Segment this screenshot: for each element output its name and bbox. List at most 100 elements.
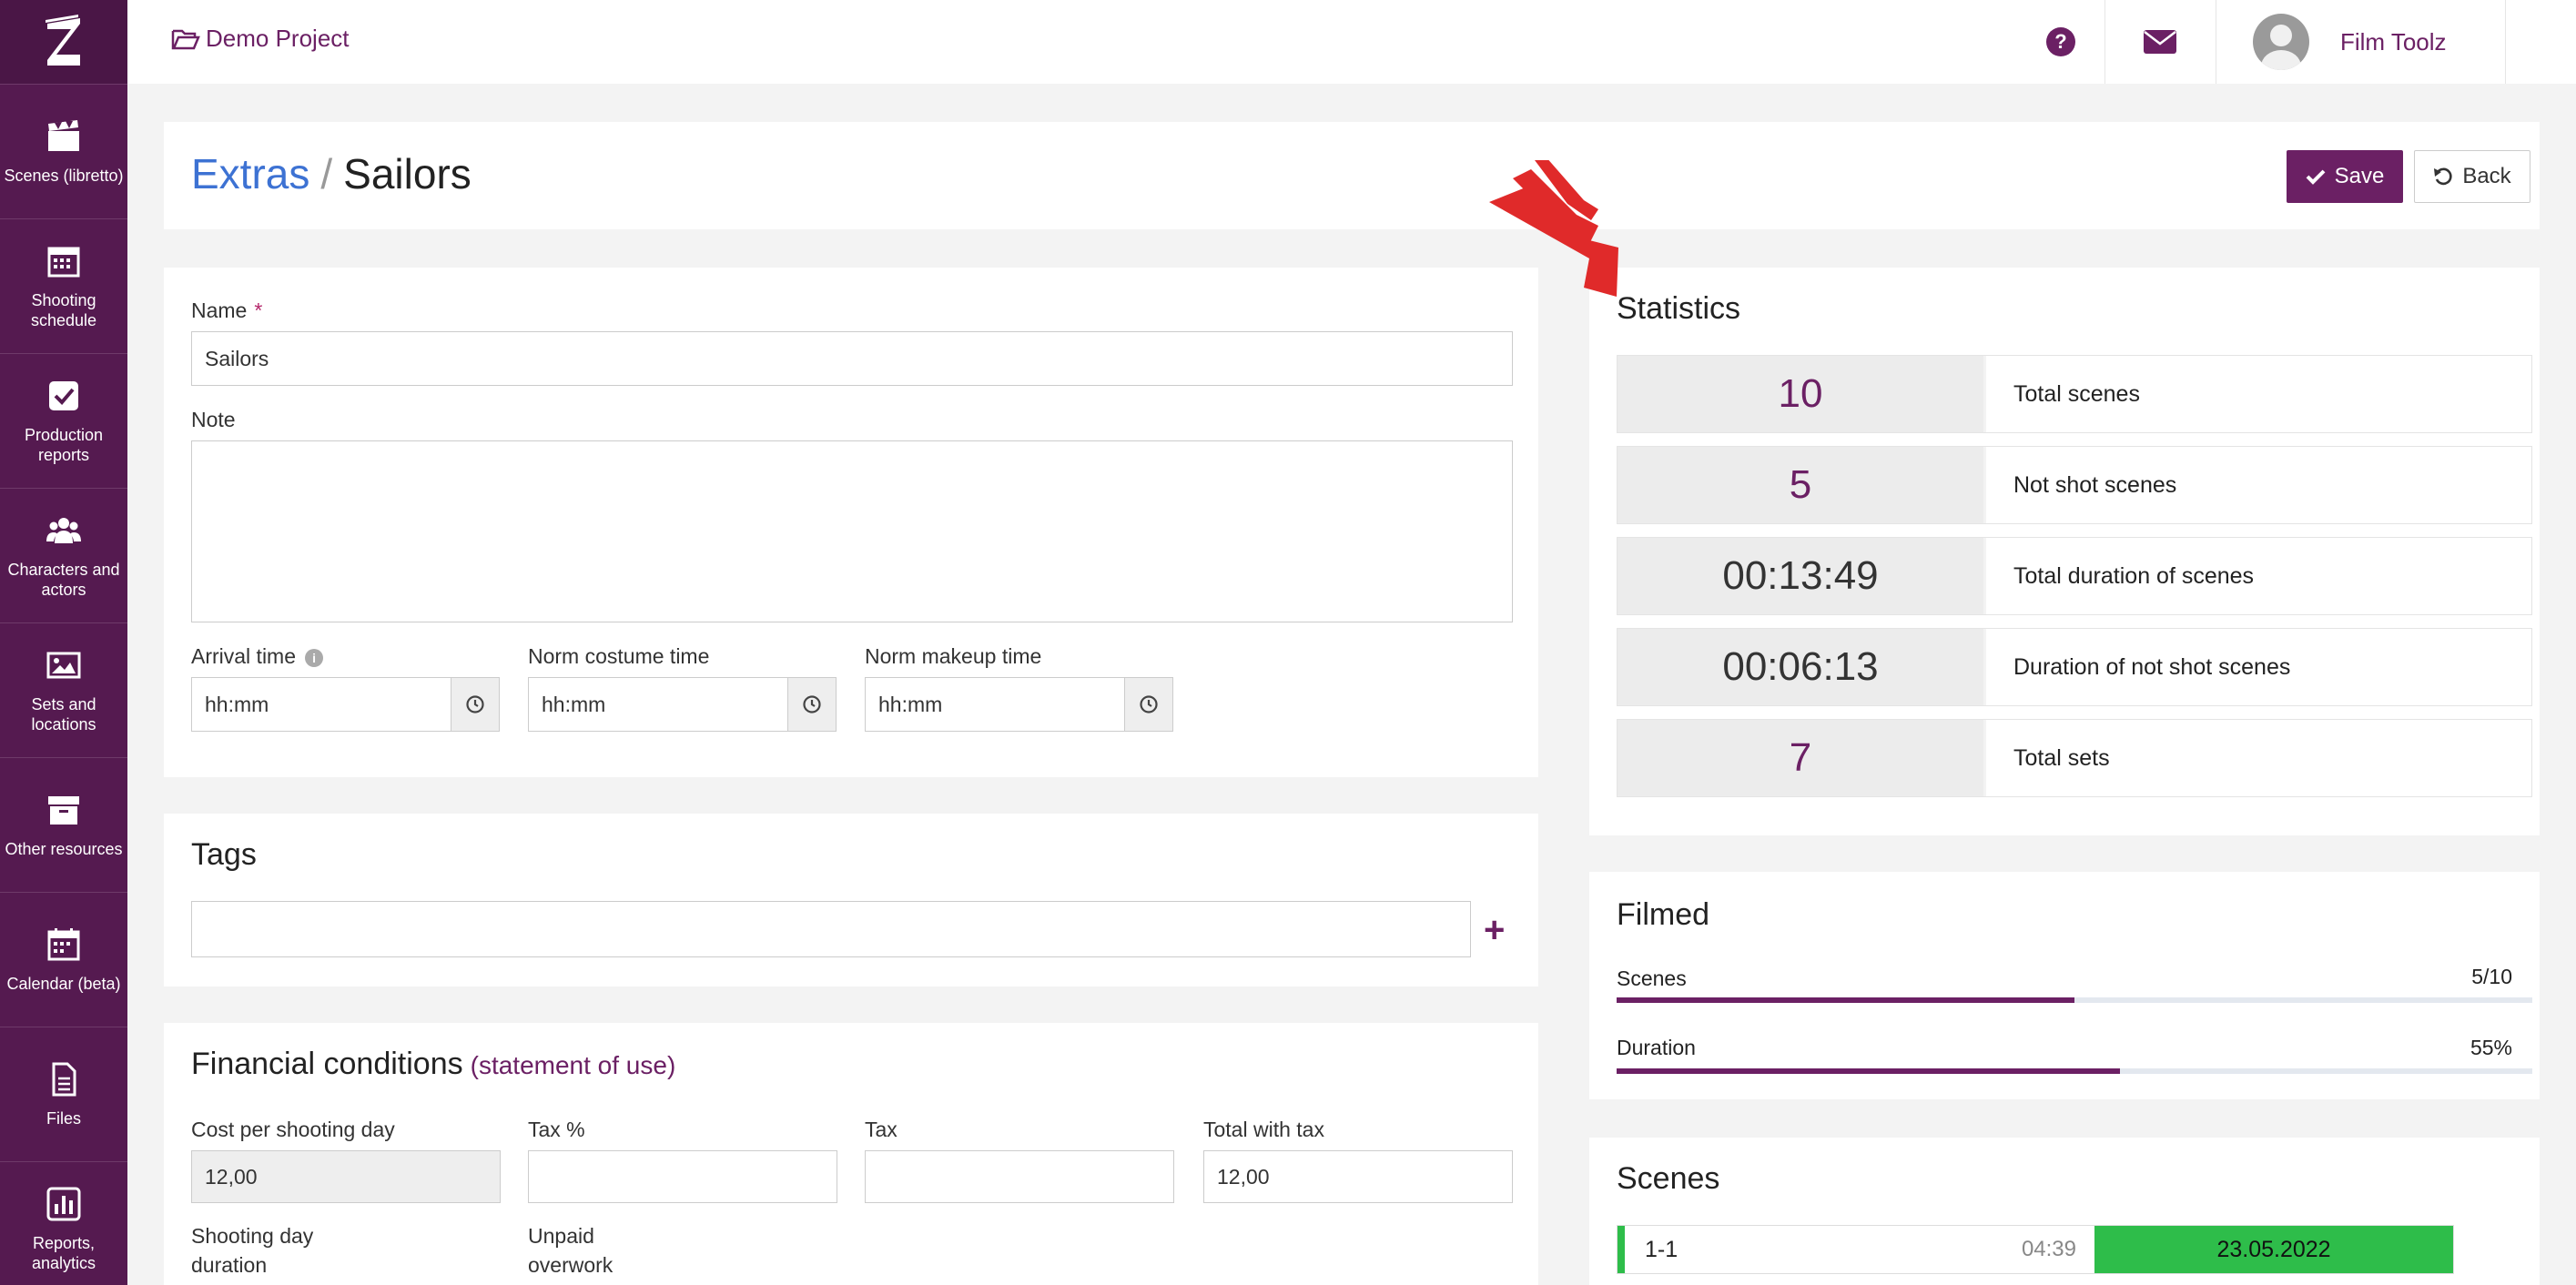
avatar (2253, 14, 2309, 70)
sidebar-item-characters[interactable]: Characters and actors (0, 488, 127, 622)
scene-row[interactable]: 1-1 04:39 23.05.2022 (1617, 1225, 2454, 1274)
stat-value: 10 (1618, 356, 1983, 432)
financial-panel: Financial conditions (statement of use) C… (164, 1023, 1538, 1285)
sidebar-item-reports[interactable]: Reports, analytics (0, 1161, 127, 1285)
makeup-time-input[interactable]: hh:mm (865, 677, 1125, 732)
stat-label: Total sets (1983, 720, 2531, 796)
arrival-clock-button[interactable] (451, 677, 500, 732)
scene-date: 23.05.2022 (2094, 1226, 2453, 1273)
add-tag-button[interactable]: + (1484, 910, 1505, 951)
makeup-clock-button[interactable] (1124, 677, 1173, 732)
unpaid-overwork-label: Unpaid overwork (528, 1224, 614, 1277)
sidebar-item-sets-locations[interactable]: Sets and locations (0, 622, 127, 757)
scene-status-bar (1618, 1226, 1625, 1273)
tax-field[interactable] (865, 1150, 1174, 1203)
help-button[interactable]: ? (2021, 0, 2101, 84)
user-silhouette-icon (2261, 25, 2301, 70)
tax-percent-field[interactable] (528, 1150, 837, 1203)
breadcrumb-extras-link[interactable]: Extras (191, 150, 309, 197)
sidebar-item-label: Characters and actors (7, 560, 120, 599)
save-button[interactable]: Save (2287, 150, 2403, 203)
archive-icon (48, 795, 79, 825)
arrival-time-label: Arrival time i (191, 644, 324, 669)
stat-row: 00:06:13 Duration of not shot scenes (1617, 628, 2532, 706)
sidebar-item-calendar[interactable]: Calendar (beta) (0, 892, 127, 1027)
filmed-duration-label: Duration (1617, 1036, 1696, 1059)
financial-title: Financial conditions (statement of use) (191, 1047, 676, 1081)
save-button-label: Save (2334, 164, 2385, 188)
costume-time-input[interactable]: hh:mm (528, 677, 788, 732)
arrival-time-input[interactable]: hh:mm (191, 677, 451, 732)
check-icon (2306, 169, 2326, 185)
svg-text:?: ? (2054, 30, 2066, 53)
name-field[interactable]: Sailors (191, 331, 1513, 386)
calendar-icon (47, 927, 80, 960)
sidebar-item-label: Sets and locations (31, 694, 96, 734)
stat-row: 5 Not shot scenes (1617, 446, 2532, 524)
filmed-scenes-label: Scenes (1617, 966, 1687, 990)
info-icon[interactable]: i (305, 648, 324, 667)
tags-input[interactable] (191, 901, 1471, 957)
sidebar-item-shooting-schedule[interactable]: Shooting schedule (0, 218, 127, 353)
progress-fill (1617, 1068, 2121, 1074)
total-with-tax-label: Total with tax (1203, 1118, 1324, 1141)
stat-row: 7 Total sets (1617, 719, 2532, 797)
name-label: Name * (191, 298, 263, 322)
project-link[interactable]: Demo Project (171, 25, 350, 53)
undo-icon (2434, 167, 2452, 186)
stat-label: Duration of not shot scenes (1983, 629, 2531, 705)
progress-fill (1617, 997, 2074, 1003)
sidebar-item-label: Calendar (beta) (6, 974, 121, 993)
filmed-scenes-value: 5/10 (2471, 965, 2512, 988)
costume-clock-button[interactable] (787, 677, 837, 732)
sidebar-item-production-reports[interactable]: Production reports (0, 353, 127, 488)
stat-row: 00:13:49 Total duration of scenes (1617, 537, 2532, 615)
statement-of-use-link[interactable]: (statement of use) (471, 1051, 676, 1079)
envelope-icon (2144, 30, 2176, 54)
app-logo[interactable] (0, 0, 127, 84)
sidebar-item-label: Other resources (5, 839, 123, 858)
note-textarea[interactable] (191, 440, 1513, 622)
scene-duration: 04:39 (2021, 1237, 2076, 1261)
logo-icon (46, 15, 80, 66)
filmed-duration-value: 55% (2470, 1036, 2512, 1059)
statistics-panel: Statistics 10 Total scenes 5 Not shot sc… (1589, 268, 2540, 835)
tags-panel: Tags + (164, 814, 1538, 987)
image-icon (46, 652, 81, 678)
filmed-panel: Filmed Scenes 5/10 Duration 55% (1589, 872, 2540, 1099)
page-header: Extras / Sailors Save Back (164, 122, 2540, 229)
project-name: Demo Project (206, 25, 350, 52)
required-mark: * (254, 298, 263, 322)
question-circle-icon: ? (2046, 27, 2075, 56)
tax-label: Tax (865, 1118, 898, 1141)
filmed-duration-progress (1617, 1068, 2532, 1074)
note-label: Note (191, 408, 236, 431)
shooting-day-duration-label: Shooting day duration (191, 1224, 314, 1277)
scenes-title: Scenes (1617, 1161, 1720, 1196)
stat-value: 00:13:49 (1618, 538, 1983, 614)
cost-label: Cost per shooting day (191, 1118, 395, 1141)
sidebar-item-label: Production reports (24, 425, 104, 464)
details-panel: Name * Sailors Note Arrival time i hh:mm N… (164, 268, 1538, 777)
sidebar-item-scenes[interactable]: Scenes (libretto) (0, 84, 127, 218)
breadcrumb-separator: / (320, 150, 333, 197)
sidebar-item-other-resources[interactable]: Other resources (0, 757, 127, 892)
users-icon (46, 517, 81, 543)
stat-label: Total scenes (1983, 356, 2531, 432)
back-button-label: Back (2462, 164, 2511, 188)
page-title: Sailors (343, 150, 472, 197)
chevron-arrows-icon (1489, 160, 1618, 297)
file-icon (52, 1062, 76, 1096)
filmed-scenes-progress (1617, 997, 2532, 1003)
clapperboard-icon (48, 119, 79, 151)
breadcrumb: Extras / Sailors (191, 149, 472, 198)
back-button[interactable]: Back (2414, 150, 2530, 203)
messages-button[interactable] (2106, 0, 2214, 84)
clock-icon (1140, 695, 1158, 713)
sidebar-item-files[interactable]: Files (0, 1027, 127, 1161)
sidebar-item-label: Shooting schedule (30, 290, 97, 329)
costume-time-label: Norm costume time (528, 644, 710, 668)
total-with-tax-field[interactable]: 12,00 (1203, 1150, 1513, 1203)
user-menu[interactable]: Film Toolz (2253, 0, 2447, 84)
statistics-title: Statistics (1617, 291, 1741, 326)
